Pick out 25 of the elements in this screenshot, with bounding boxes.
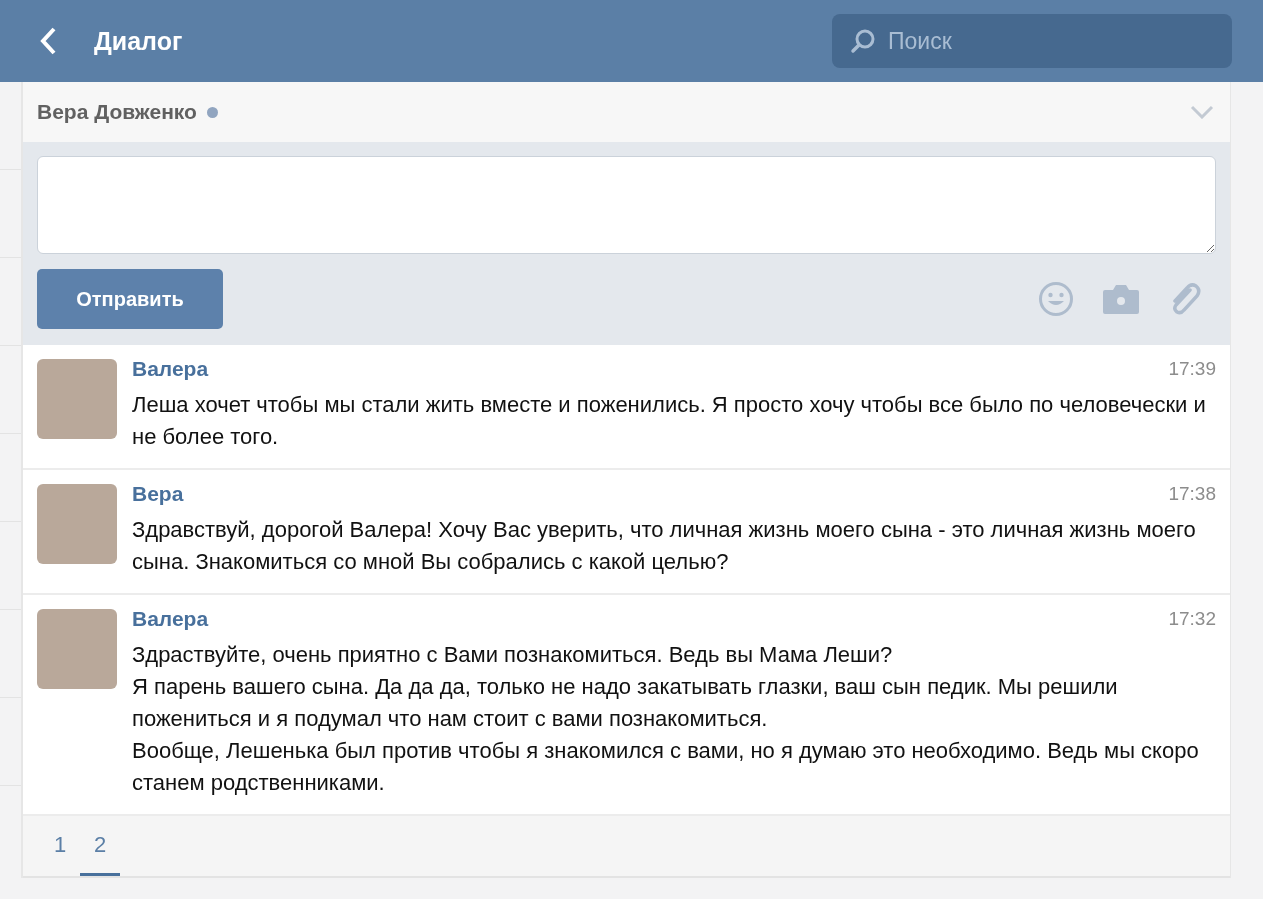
author-name[interactable]: Валера — [132, 357, 209, 381]
author-name[interactable]: Вера — [132, 482, 184, 506]
message-text: Леша хочет чтобы мы стали жить вместе и поженились. Я просто хочу чтобы все было по человечески и не более того. — [132, 391, 1207, 451]
avatar-photo-placeholder[interactable] — [37, 359, 117, 439]
avatar-photo-placeholder[interactable] — [37, 609, 117, 689]
message-input[interactable] — [37, 156, 1216, 254]
message-time: 17:39 — [1168, 358, 1216, 380]
page-link[interactable]: 2 — [80, 816, 120, 876]
message-time: 17:32 — [1168, 608, 1216, 630]
send-button[interactable]: Отправить — [37, 269, 223, 329]
page-link[interactable]: 1 — [40, 816, 80, 876]
page-title: Диалог — [94, 26, 184, 56]
smiley-icon[interactable] — [1038, 281, 1074, 317]
contact-name: Вера Довженко — [37, 100, 197, 124]
message-text: Я парень вашего сына. Да да да, только не надо закатывать глазки, ваш сын педик. Мы решили пожениться и я подумал что нам стоит с вами познакомиться. — [132, 673, 1119, 733]
message-text: Вообще, Лешенька был против чтобы я знакомился с вами, но я думаю это необходимо. Ведь мы скоро станем родственниками. — [132, 737, 1200, 797]
camera-icon[interactable] — [1102, 283, 1140, 315]
author-name[interactable]: Валера — [132, 607, 209, 631]
message-text: Здраствуйте, очень приятно с Вами познакомиться. Ведь вы Мама Леши? — [132, 641, 894, 669]
avatar-photo-placeholder[interactable] — [37, 484, 117, 564]
message-text: Здравствуй, дорогой Валера! Хочу Вас уверить, что личная жизнь моего сына - это личная жизнь моего сына. Знакомиться со мной Вы собрались с какой целью? — [132, 516, 1197, 576]
back-icon[interactable] — [38, 26, 58, 56]
search-field[interactable]: Поиск — [832, 14, 1232, 68]
message-time: 17:38 — [1168, 483, 1216, 505]
chevron-icon[interactable] — [1190, 105, 1214, 119]
